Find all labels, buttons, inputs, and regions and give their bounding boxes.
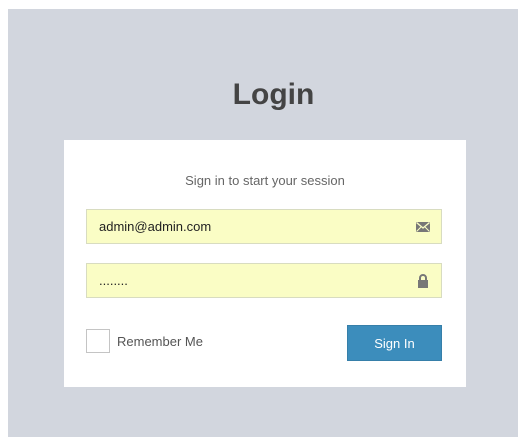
password-input[interactable]: [87, 264, 407, 297]
password-field: [86, 263, 442, 298]
login-box: Sign in to start your session Remember M…: [64, 140, 466, 387]
email-input[interactable]: [87, 210, 407, 243]
login-page: Login Sign in to start your session Reme…: [8, 9, 518, 437]
login-box-message: Sign in to start your session: [185, 173, 345, 188]
lock-icon: [418, 274, 428, 288]
remember-me-label[interactable]: Remember Me: [117, 334, 203, 349]
envelope-icon: [416, 221, 430, 232]
remember-me-checkbox[interactable]: [86, 329, 110, 353]
page-title: Login: [232, 78, 315, 111]
email-field: [86, 209, 442, 244]
sign-in-button[interactable]: Sign In: [347, 325, 442, 361]
